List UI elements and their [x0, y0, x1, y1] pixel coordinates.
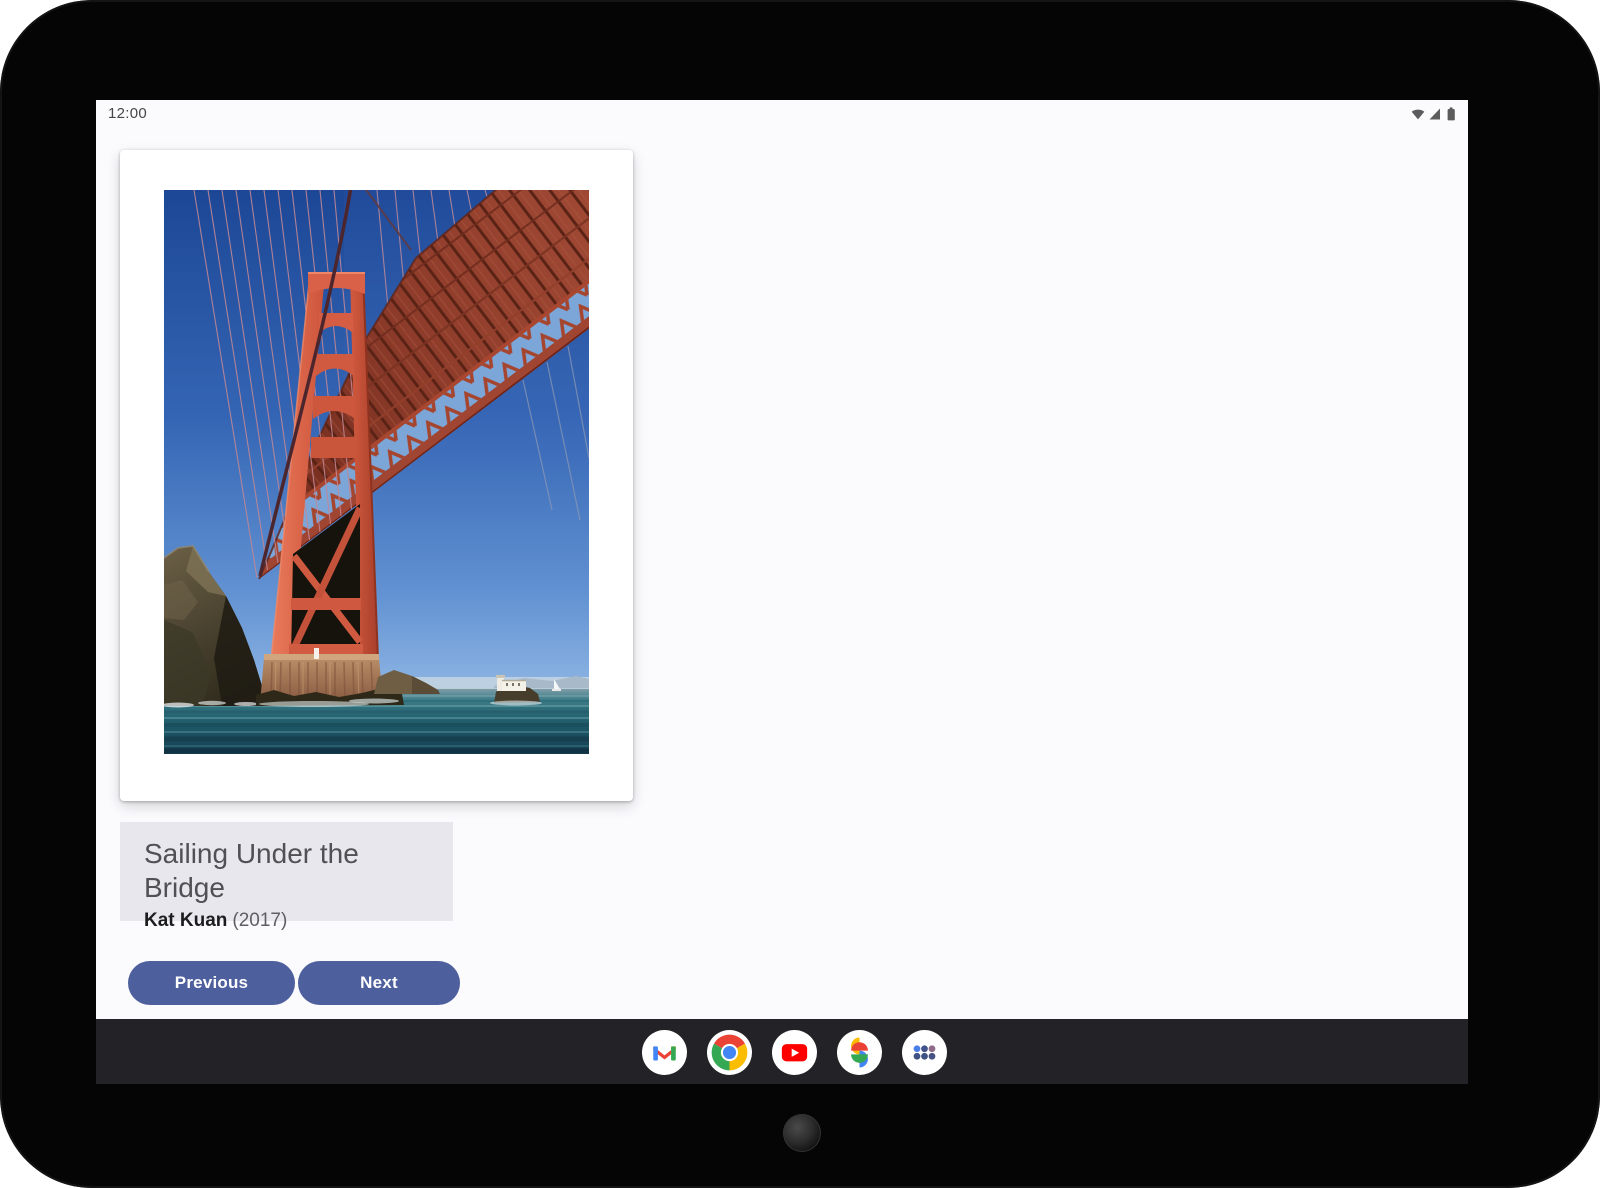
artwork-image — [164, 190, 589, 754]
app-screen: 12:00 — [96, 100, 1468, 1084]
photos-icon — [837, 1030, 882, 1075]
battery-icon — [1448, 107, 1455, 120]
wifi-icon — [1412, 110, 1425, 120]
youtube-app-button[interactable] — [772, 1030, 817, 1075]
chrome-icon — [707, 1030, 752, 1075]
app-drawer-button[interactable] — [902, 1030, 947, 1075]
status-icons — [1410, 106, 1462, 122]
taskbar — [96, 1019, 1468, 1084]
previous-button[interactable]: Previous — [128, 961, 295, 1005]
signal-icon — [1430, 109, 1441, 120]
status-bar: 12:00 — [96, 100, 1468, 130]
photos-app-button[interactable] — [837, 1030, 882, 1075]
artwork-card — [120, 150, 633, 801]
status-time: 12:00 — [108, 105, 147, 122]
youtube-icon — [772, 1030, 817, 1075]
gmail-icon — [642, 1030, 687, 1075]
artwork-artist: Kat Kuan — [144, 910, 227, 931]
dock — [642, 1030, 947, 1075]
artwork-byline: Kat Kuan(2017) — [144, 910, 429, 932]
tablet-device-frame: 12:00 — [0, 0, 1600, 1188]
app-drawer-icon — [902, 1030, 947, 1075]
artwork-caption: Sailing Under the Bridge Kat Kuan(2017) — [120, 822, 453, 921]
gmail-app-button[interactable] — [642, 1030, 687, 1075]
chrome-app-button[interactable] — [707, 1030, 752, 1075]
next-button[interactable]: Next — [298, 961, 460, 1005]
artwork-title: Sailing Under the Bridge — [144, 837, 429, 905]
front-camera — [783, 1114, 821, 1152]
artwork-year: (2017) — [232, 910, 287, 931]
